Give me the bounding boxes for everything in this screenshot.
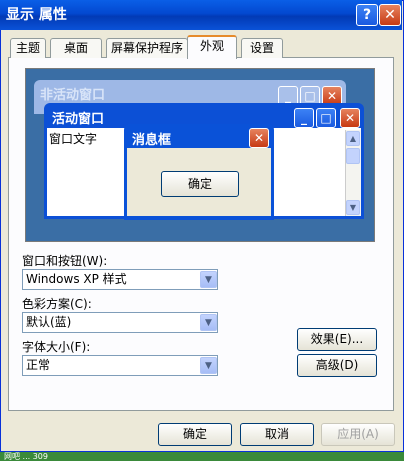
cancel-button[interactable]: 取消	[240, 423, 314, 446]
title-bar[interactable]: 显示 属性	[0, 0, 402, 30]
windows-buttons-value: Windows XP 样式	[26, 272, 127, 286]
inactive-window-title: 非活动窗口	[40, 88, 106, 103]
scroll-thumb	[346, 148, 360, 164]
tab-themes[interactable]: 主题	[10, 38, 46, 58]
windows-buttons-label: 窗口和按钮(W):	[22, 254, 108, 268]
help-icon: ?	[362, 7, 372, 23]
windows-buttons-select[interactable]: Windows XP 样式	[22, 269, 218, 290]
font-size-value: 正常	[26, 358, 51, 372]
minimize-icon: _	[294, 108, 314, 128]
active-window-title: 活动窗口	[52, 112, 105, 127]
taskbar-strip: 网吧 ... 309	[0, 452, 404, 461]
color-scheme-value: 默认(蓝)	[26, 315, 72, 329]
color-scheme-select[interactable]: 默认(蓝)	[22, 312, 218, 333]
advanced-button[interactable]: 高级(D)	[297, 354, 377, 377]
close-button[interactable]: ✕	[379, 4, 401, 26]
scroll-up-icon: ▲	[346, 131, 360, 146]
apply-button[interactable]: 应用(A)	[321, 423, 395, 446]
tab-settings[interactable]: 设置	[241, 38, 283, 58]
font-size-select[interactable]: 正常	[22, 355, 218, 376]
maximize-icon: □	[316, 108, 336, 128]
close-icon: ✕	[249, 128, 269, 148]
font-size-label: 字体大小(F):	[22, 340, 91, 354]
window-title: 显示 属性	[6, 7, 67, 23]
ok-button[interactable]: 确定	[158, 423, 232, 446]
window-text-sample: 窗口文字	[49, 132, 98, 146]
chevron-down-icon[interactable]: ▼	[200, 357, 217, 374]
help-button[interactable]: ?	[356, 4, 378, 26]
color-scheme-label: 色彩方案(C):	[22, 297, 92, 311]
effects-button[interactable]: 效果(E)...	[297, 328, 377, 351]
tab-screensaver[interactable]: 屏幕保护程序	[106, 38, 188, 58]
message-box-ok-button: 确定	[161, 171, 239, 197]
close-icon: ✕	[340, 108, 360, 128]
tab-appearance[interactable]: 外观	[187, 35, 237, 59]
message-box-title: 消息框	[132, 133, 172, 148]
tab-desktop[interactable]: 桌面	[50, 38, 102, 58]
close-icon: ✕	[384, 7, 396, 23]
taskbar-text: 网吧 ... 309	[4, 452, 48, 461]
scroll-down-icon: ▼	[346, 200, 360, 215]
chevron-down-icon[interactable]: ▼	[200, 314, 217, 331]
chevron-down-icon[interactable]: ▼	[200, 271, 217, 288]
